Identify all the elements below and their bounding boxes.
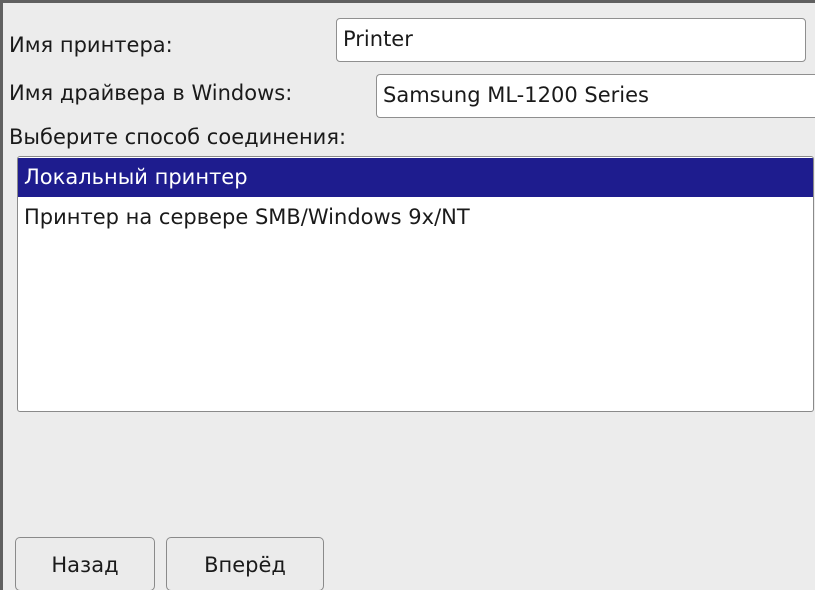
next-button[interactable]: Вперёд: [166, 537, 324, 590]
connection-method-list[interactable]: Локальный принтер Принтер на сервере SMB…: [17, 156, 814, 412]
list-item-local-printer[interactable]: Локальный принтер: [18, 158, 813, 197]
printer-name-field[interactable]: Printer: [336, 18, 806, 62]
printer-name-label: Имя принтера:: [9, 33, 173, 57]
driver-name-field[interactable]: Samsung ML-1200 Series: [376, 74, 815, 118]
back-button[interactable]: Назад: [15, 537, 155, 590]
driver-name-label: Имя драйвера в Windows:: [9, 81, 293, 105]
printer-setup-dialog: Имя принтера: Printer Имя драйвера в Win…: [0, 0, 815, 590]
connection-method-label: Выберите способ соединения:: [9, 125, 347, 149]
list-item-smb-printer[interactable]: Принтер на сервере SMB/Windows 9x/NT: [18, 198, 813, 237]
